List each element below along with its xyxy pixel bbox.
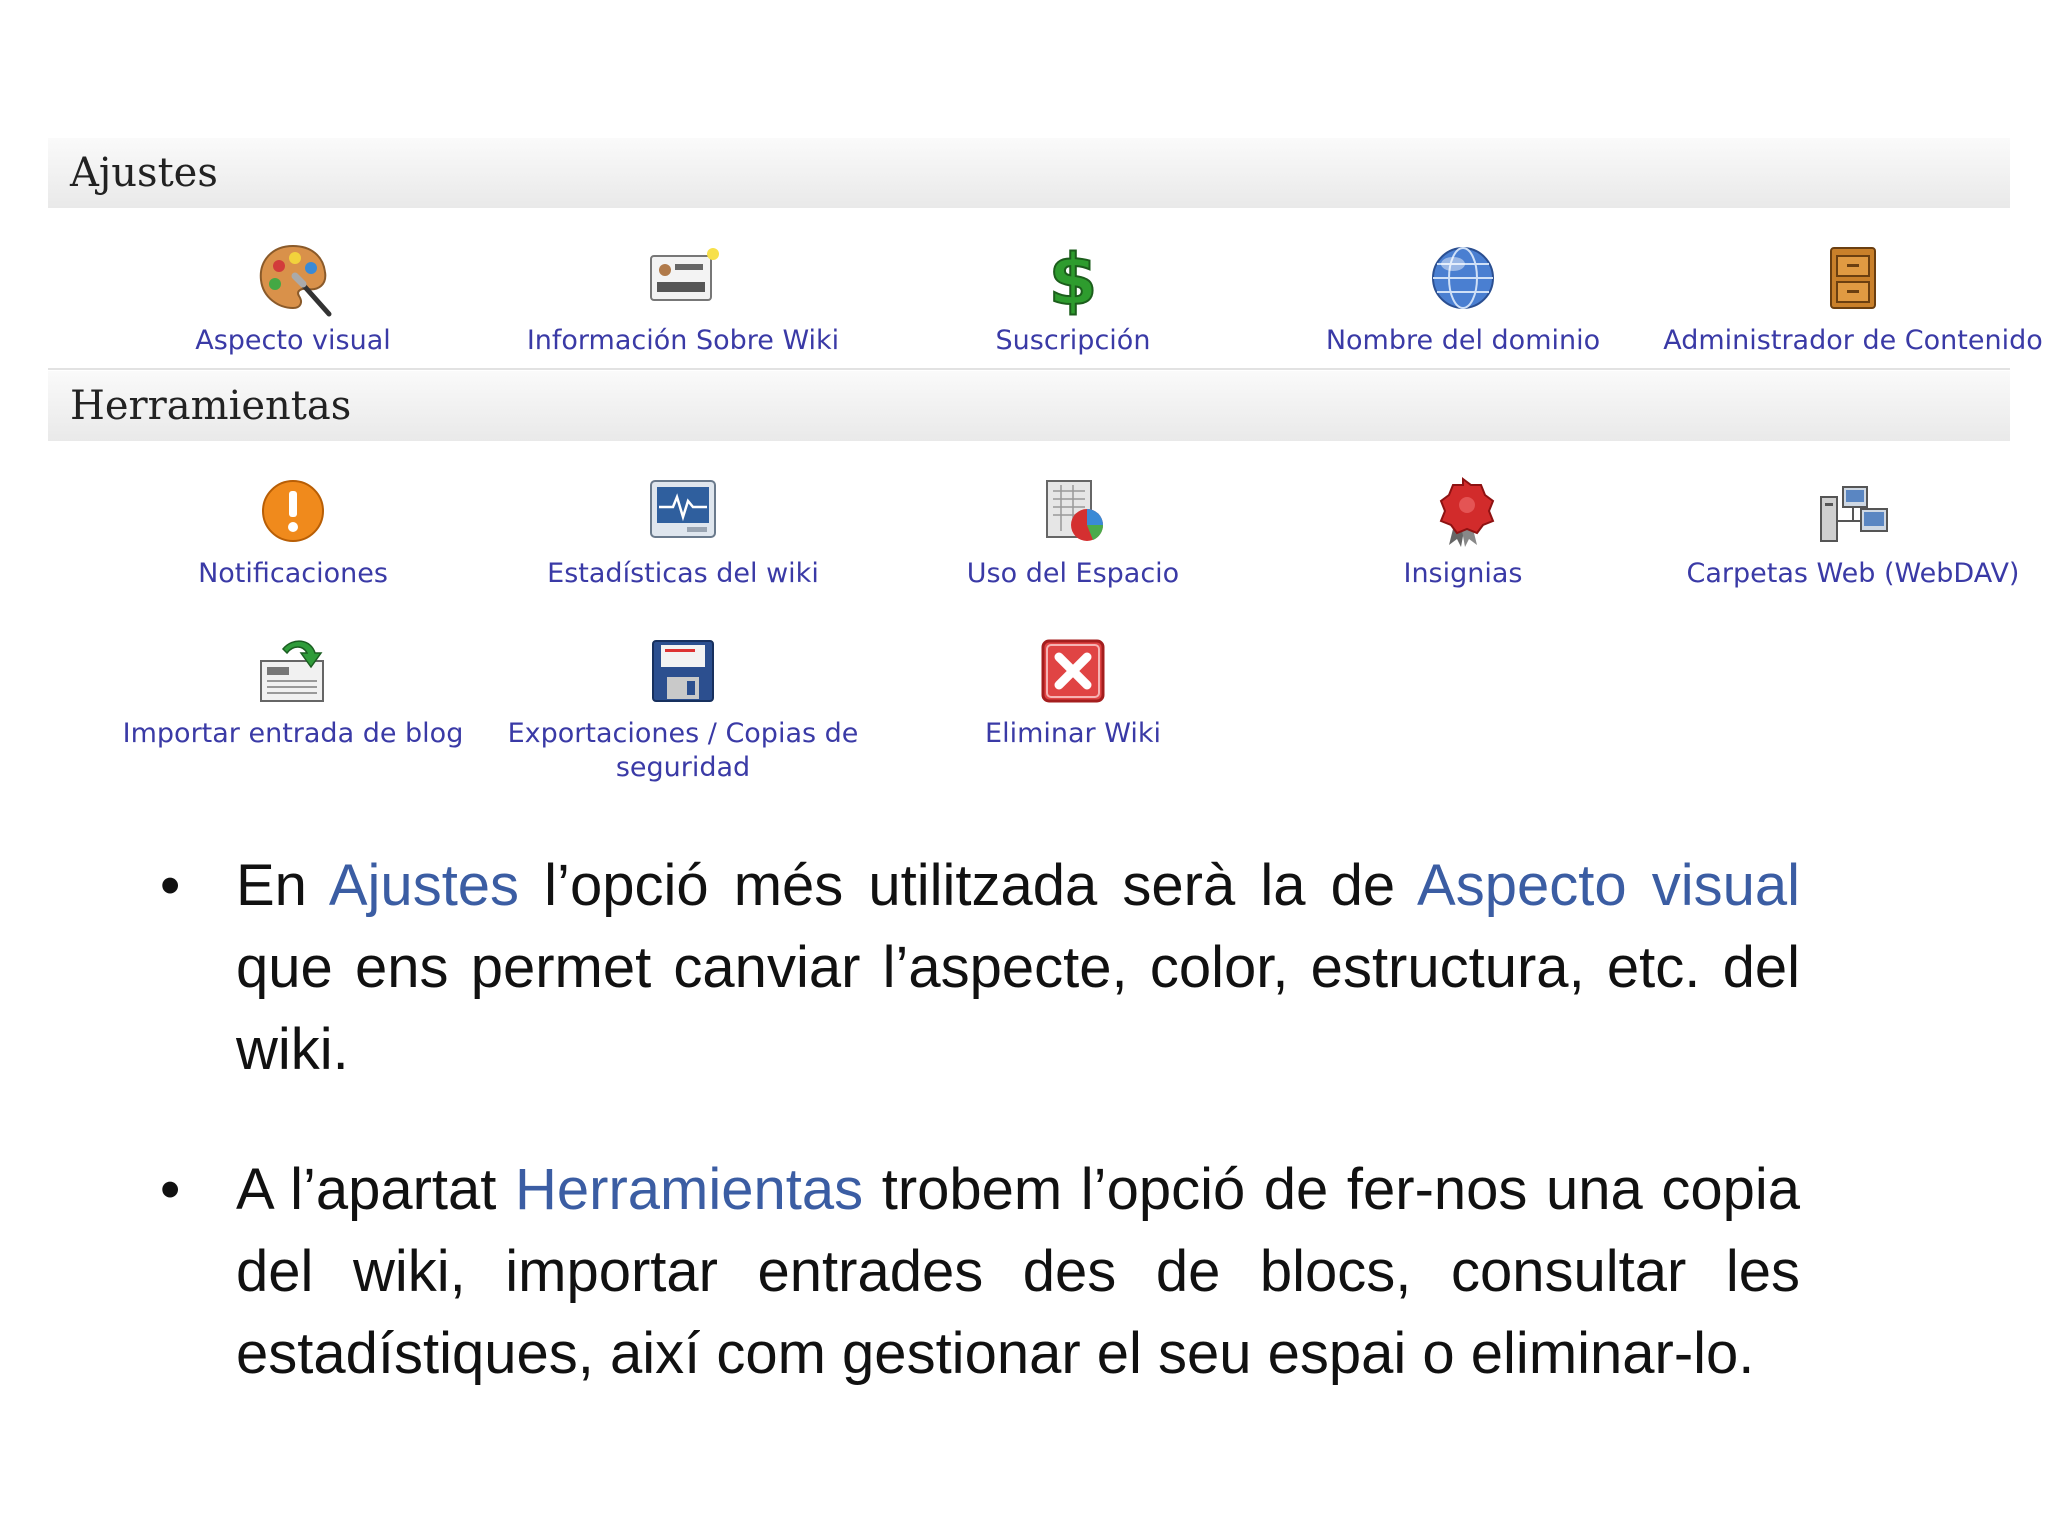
delete-icon — [1041, 639, 1105, 703]
network-computers-icon — [1820, 486, 1888, 542]
section-divider — [48, 368, 2010, 370]
item-suscripcion[interactable]: $ Suscripción — [883, 238, 1263, 358]
highlight-aspecto-visual: Aspecto visual — [1417, 853, 1800, 918]
dollar-icon: $ — [1048, 238, 1099, 318]
item-label: Exportaciones / Copias de seguridad — [507, 718, 859, 783]
bullet-text: En — [236, 853, 329, 918]
item-aspecto-visual[interactable]: Aspecto visual — [103, 238, 483, 358]
section-title-ajustes: Ajustes — [70, 150, 218, 196]
bullet-text: l’opció més utilitzada serà la de — [519, 853, 1418, 918]
explanation-bullets: • En Ajustes l’opció més utilitzada serà… — [150, 845, 1800, 1395]
item-informacion-wiki[interactable]: Información Sobre Wiki — [493, 238, 873, 358]
alert-icon — [262, 480, 324, 542]
item-notificaciones[interactable]: Notificaciones — [103, 471, 483, 591]
item-label: Notificaciones — [198, 558, 388, 589]
item-label: Aspecto visual — [195, 325, 391, 356]
item-label: Estadísticas del wiki — [547, 558, 819, 589]
item-uso-espacio[interactable]: Uso del Espacio — [883, 471, 1263, 591]
item-label: Administrador de Contenido — [1663, 325, 2043, 356]
bullet-text: que ens permet canviar l’aspecte, color,… — [236, 935, 1800, 1082]
palette-icon — [259, 244, 332, 317]
pie-chart-icon — [1046, 480, 1104, 541]
item-label: Importar entrada de blog — [122, 718, 464, 749]
highlight-ajustes: Ajustes — [328, 853, 520, 918]
bullet-dot: • — [160, 1157, 181, 1222]
bullet-ajustes: • En Ajustes l’opció més utilitzada serà… — [150, 845, 1800, 1091]
section-header-herramientas: Herramientas — [48, 371, 2010, 441]
item-label: Nombre del dominio — [1325, 325, 1601, 356]
item-administrador-contenido[interactable]: Administrador de Contenido — [1663, 238, 2043, 358]
item-estadisticas-wiki[interactable]: Estadísticas del wiki — [493, 471, 873, 591]
item-label: Carpetas Web (WebDAV) — [1686, 558, 2020, 589]
item-importar-blog[interactable]: Importar entrada de blog — [103, 631, 483, 751]
globe-icon — [1432, 247, 1494, 309]
bullet-text: A l’apartat — [236, 1157, 515, 1222]
item-label: Insignias — [1403, 558, 1523, 589]
monitor-chart-icon — [650, 480, 716, 538]
item-label: Uso del Espacio — [966, 558, 1180, 589]
section-header-ajustes: Ajustes — [48, 138, 2010, 208]
floppy-disk-icon — [652, 640, 714, 702]
item-label: Eliminar Wiki — [985, 718, 1161, 749]
seal-badge-icon — [1439, 477, 1495, 547]
item-carpetas-web[interactable]: Carpetas Web (WebDAV) — [1663, 471, 2043, 591]
item-insignias[interactable]: Insignias — [1273, 471, 1653, 591]
import-news-icon — [260, 640, 324, 702]
section-title-herramientas: Herramientas — [70, 383, 352, 429]
id-card-icon — [650, 248, 719, 301]
item-eliminar-wiki[interactable]: Eliminar Wiki — [883, 631, 1263, 751]
item-exportaciones-copias[interactable]: Exportaciones / Copias de seguridad — [493, 631, 873, 785]
item-label: Información Sobre Wiki — [526, 325, 840, 356]
file-cabinet-icon — [1830, 247, 1876, 309]
highlight-herramientas: Herramientas — [515, 1157, 864, 1222]
settings-panel: Ajustes Aspecto visual Información Sobre… — [48, 138, 2043, 785]
item-nombre-dominio[interactable]: Nombre del dominio — [1273, 238, 1653, 358]
svg-text:$: $ — [1049, 239, 1098, 318]
item-label: Suscripción — [995, 325, 1151, 356]
bullet-herramientas: • A l’apartat Herramientas trobem l’opci… — [150, 1149, 1800, 1395]
bullet-dot: • — [160, 853, 181, 918]
